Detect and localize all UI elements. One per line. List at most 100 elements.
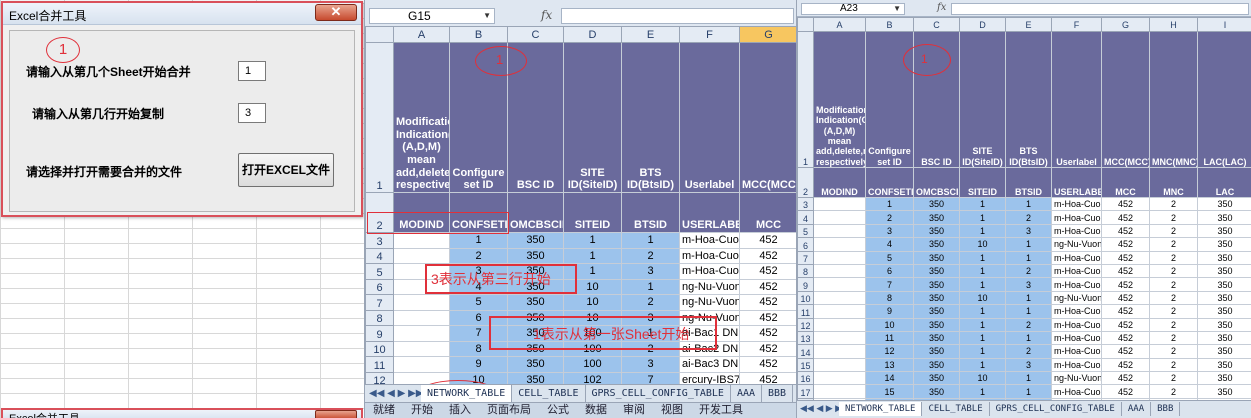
cell[interactable]: 1 [1005,196,1052,212]
cell[interactable]: 3 [865,223,914,239]
name-box[interactable]: G15 ▼ [369,8,495,24]
cell[interactable]: 350 [913,330,960,346]
row-header[interactable]: 14 [797,344,814,359]
row-header[interactable]: 7 [797,250,814,265]
cell[interactable]: 452 [739,340,796,357]
cell[interactable]: 1 [1005,304,1052,319]
cell[interactable]: 9 [865,304,914,319]
row-header[interactable]: 1 [797,31,814,168]
cell[interactable]: ng-Nu-Vuong [679,294,740,311]
cell[interactable] [393,356,450,373]
cell[interactable]: m-Hoa-Cuong [679,232,740,249]
cell[interactable]: m-Hoa-Cuong [1051,304,1102,319]
cell[interactable]: 1 [959,277,1006,292]
cell[interactable] [393,340,450,357]
column-header-c[interactable]: C [913,17,960,32]
cell[interactable]: 350 [913,237,960,252]
cell[interactable]: 6 [865,263,914,279]
cell[interactable]: 1 [959,196,1006,212]
row-header[interactable]: 4 [365,247,394,264]
cell[interactable]: 12 [865,344,914,359]
cell[interactable]: 5 [865,250,914,265]
cell[interactable]: 2 [1005,210,1052,225]
cell[interactable]: 452 [739,309,796,326]
cell[interactable]: Modification Indication(Options (A,D,M) … [813,31,866,168]
cell[interactable]: 2 [1149,290,1198,306]
tab-cell-table[interactable]: CELL_TABLE [922,402,990,416]
cell[interactable]: MNC [1149,167,1198,198]
row-header[interactable]: 11 [365,356,394,373]
cell[interactable]: 10 [959,371,1006,386]
row-header[interactable]: 13 [797,330,814,346]
cell[interactable]: 1 [959,210,1006,225]
cell[interactable]: 350 [1197,223,1251,239]
cell[interactable] [813,384,866,399]
column-header-a[interactable]: A [393,26,450,43]
cell[interactable]: 10 [959,237,1006,252]
cell[interactable]: 10 [959,290,1006,306]
cell[interactable] [813,196,866,212]
cell[interactable]: 452 [1101,384,1150,399]
cell[interactable]: m-Hoa-Cuong [1051,210,1102,225]
row-header[interactable]: 16 [797,371,814,386]
cell[interactable]: BTS ID(BtsID) [621,42,680,193]
cell[interactable]: 2 [449,247,508,264]
cell[interactable]: 350 [913,277,960,292]
cell[interactable]: 452 [1101,330,1150,346]
fx-icon-2[interactable]: fx [937,2,946,13]
cell[interactable] [393,247,450,264]
cell[interactable]: m-Hoa-Cuong [1051,277,1102,292]
tab-aaa[interactable]: AAA [1122,402,1152,416]
cell[interactable]: USERLABEL [1051,167,1102,198]
cell[interactable]: 452 [1101,196,1150,212]
cell[interactable]: 350 [1197,290,1251,306]
cell[interactable]: 2 [1005,344,1052,359]
cell[interactable]: Userlabel [679,42,740,193]
cell[interactable]: 2 [1149,344,1198,359]
row-header[interactable]: 2 [797,167,814,198]
formula-input[interactable] [561,8,794,24]
cell[interactable]: 452 [1101,250,1150,265]
column-header-i[interactable]: I [1197,17,1251,32]
cell[interactable] [813,210,866,225]
cell[interactable]: 3 [1005,357,1052,373]
cell[interactable]: m-Hoa-Cuong [1051,384,1102,399]
cell[interactable] [813,263,866,279]
cell[interactable]: 452 [739,356,796,373]
cell[interactable]: 1 [959,384,1006,399]
start-row-input[interactable]: 3 [238,103,266,123]
cell[interactable]: 452 [1101,357,1150,373]
cell[interactable]: MCC(MCC) [739,42,796,193]
cell[interactable]: 2 [1149,196,1198,212]
cell[interactable]: SITE ID(SiteID) [959,31,1006,168]
row-header[interactable]: 10 [797,290,814,306]
cell[interactable]: 350 [507,232,564,249]
tab-bbb[interactable]: BBB [762,385,794,402]
cell[interactable]: 2 [1005,317,1052,332]
cell[interactable]: 3 [621,356,680,373]
cell[interactable]: BTSID [621,192,680,233]
cell[interactable]: SITEID [563,192,622,233]
cell[interactable]: 5 [449,294,508,311]
cell[interactable]: 2 [1149,371,1198,386]
tab-network-table[interactable]: NETWORK_TABLE [839,402,923,416]
cell[interactable]: 350 [1197,277,1251,292]
cell[interactable]: 1 [959,357,1006,373]
row-header[interactable]: 12 [797,317,814,332]
second-dialog-titlebar[interactable]: Excel合并工具 [1,408,363,418]
cell[interactable]: OMCBSCID [507,192,564,233]
cell[interactable] [393,309,450,326]
cell[interactable]: 350 [1197,357,1251,373]
cell[interactable] [813,304,866,319]
cell[interactable] [813,344,866,359]
column-header-b[interactable]: B [449,26,508,43]
column-header-c[interactable]: C [507,26,564,43]
row-header[interactable]: 15 [797,357,814,373]
tab-aaa[interactable]: AAA [731,385,763,402]
cell[interactable]: 452 [1101,290,1150,306]
cell[interactable]: 10 [865,317,914,332]
cell[interactable] [813,223,866,239]
cell[interactable]: 100 [563,356,622,373]
cell[interactable]: 1 [563,232,622,249]
cell[interactable]: 350 [1197,344,1251,359]
